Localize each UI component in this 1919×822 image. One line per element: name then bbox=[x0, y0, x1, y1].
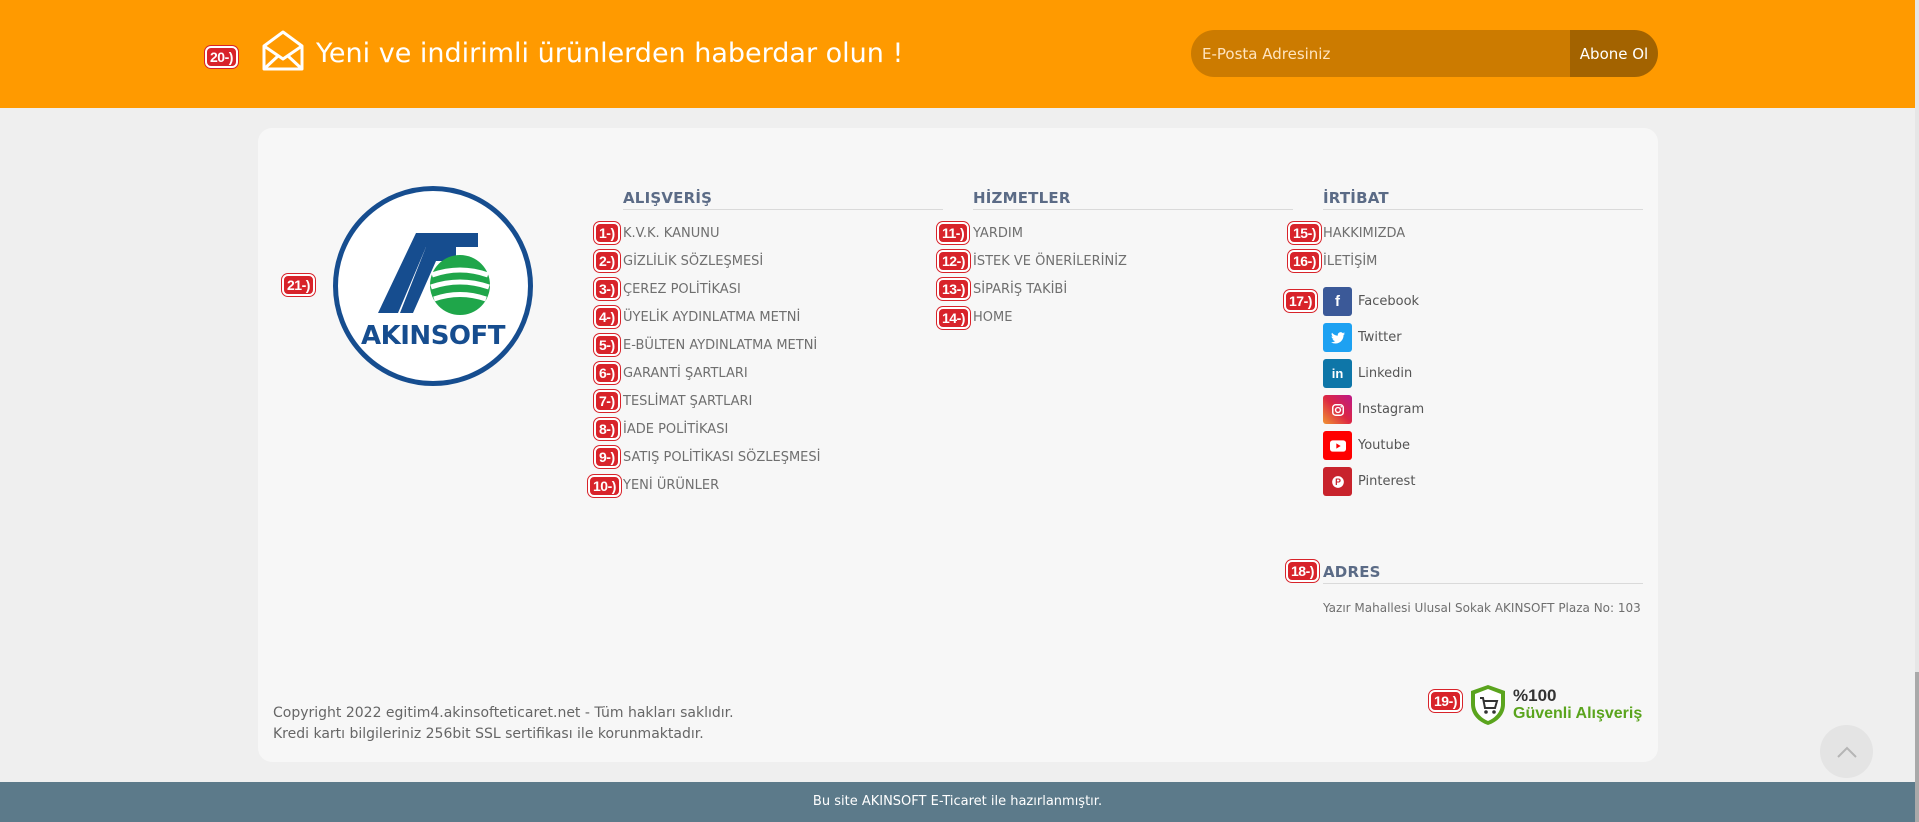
footer-link-iade[interactable]: İADE POLİTİKASI bbox=[623, 422, 728, 437]
annotation-badge: 20-) bbox=[205, 46, 238, 68]
social-link-pinterest[interactable]: P Pinterest bbox=[1323, 467, 1415, 496]
logo-mark-icon bbox=[378, 233, 490, 315]
social-label: Youtube bbox=[1358, 438, 1410, 453]
site-credit-text: Bu site AKINSOFT E-Ticaret ile hazırlanm… bbox=[812, 794, 1103, 809]
social-link-youtube[interactable]: Youtube bbox=[1323, 431, 1410, 460]
akinsoft-logo[interactable]: AKINSOFT bbox=[333, 186, 533, 386]
annotation-badge: 11-) bbox=[937, 222, 970, 244]
annotation-badge: 15-) bbox=[1288, 222, 1321, 244]
footer-link-istek[interactable]: İSTEK VE ÖNERİLERİNİZ bbox=[973, 254, 1127, 269]
annotation-badge: 2-) bbox=[594, 250, 620, 272]
cart-shield-icon bbox=[1471, 685, 1505, 725]
social-link-instagram[interactable]: Instagram bbox=[1323, 395, 1424, 424]
footer-link-iletisim[interactable]: İLETİŞİM bbox=[1323, 254, 1377, 269]
column-title-hizmetler: HİZMETLER bbox=[973, 189, 1071, 207]
annotation-badge: 3-) bbox=[594, 278, 620, 300]
back-to-top-button[interactable] bbox=[1820, 725, 1873, 778]
footer-link-uyelik[interactable]: ÜYELİK AYDINLATMA METNİ bbox=[623, 310, 800, 325]
newsletter-email-input[interactable] bbox=[1191, 30, 1570, 77]
envelope-icon bbox=[262, 30, 304, 71]
footer-link-kvk[interactable]: K.V.K. KANUNU bbox=[623, 226, 719, 241]
social-label: Twitter bbox=[1358, 330, 1402, 345]
newsletter-text: Yeni ve indirimli ürünlerden haberdar ol… bbox=[316, 38, 904, 69]
logo-wordmark: AKINSOFT bbox=[360, 321, 506, 351]
copyright-line: Copyright 2022 egitim4.akinsofteticaret.… bbox=[273, 705, 734, 721]
footer-link-ebulten[interactable]: E-BÜLTEN AYDINLATMA METNİ bbox=[623, 338, 817, 353]
address-text: Yazır Mahallesi Ulusal Sokak AKINSOFT Pl… bbox=[1323, 601, 1641, 615]
secure-shopping-badge: %100 Güvenli Alışveriş bbox=[1469, 684, 1642, 726]
secure-label: Güvenli Alışveriş bbox=[1513, 705, 1643, 722]
footer-link-yeni-urunler[interactable]: YENİ ÜRÜNLER bbox=[623, 478, 719, 493]
social-link-twitter[interactable]: Twitter bbox=[1323, 323, 1402, 352]
annotation-badge: 1-) bbox=[594, 222, 620, 244]
annotation-badge: 17-) bbox=[1284, 290, 1317, 312]
newsletter-bar: 20-) Yeni ve indirimli ürünlerden haberd… bbox=[0, 0, 1915, 108]
facebook-icon: f bbox=[1323, 287, 1352, 316]
footer-link-siparis-takibi[interactable]: SİPARİŞ TAKİBİ bbox=[973, 282, 1067, 297]
subscribe-button[interactable]: Abone Ol bbox=[1570, 30, 1658, 77]
twitter-icon bbox=[1323, 323, 1352, 352]
copyright: Copyright 2022 egitim4.akinsofteticaret.… bbox=[273, 703, 734, 745]
annotation-badge: 4-) bbox=[594, 306, 620, 328]
annotation-badge: 12-) bbox=[937, 250, 970, 272]
annotation-badge: 10-) bbox=[588, 475, 621, 497]
footer-link-cerez[interactable]: ÇEREZ POLİTİKASI bbox=[623, 282, 741, 297]
social-link-facebook[interactable]: f Facebook bbox=[1323, 287, 1419, 316]
column-divider bbox=[623, 209, 943, 210]
footer-link-satis[interactable]: SATIŞ POLİTİKASI SÖZLEŞMESİ bbox=[623, 450, 820, 465]
column-divider bbox=[1323, 583, 1643, 584]
instagram-icon bbox=[1323, 395, 1352, 424]
pinterest-icon: P bbox=[1323, 467, 1352, 496]
column-divider bbox=[973, 209, 1293, 210]
annotation-badge: 13-) bbox=[937, 278, 970, 300]
page-scrollbar-thumb[interactable] bbox=[1915, 672, 1919, 822]
social-label: Facebook bbox=[1358, 294, 1420, 309]
footer-link-gizlilik[interactable]: GİZLİLİK SÖZLEŞMESİ bbox=[623, 254, 763, 269]
footer-link-teslimat[interactable]: TESLİMAT ŞARTLARI bbox=[623, 394, 752, 409]
footer-link-home[interactable]: HOME bbox=[973, 310, 1012, 325]
annotation-badge: 5-) bbox=[594, 334, 620, 356]
column-divider bbox=[1323, 209, 1643, 210]
secure-percent: %100 bbox=[1513, 686, 1557, 705]
annotation-badge: 14-) bbox=[937, 307, 970, 329]
chevron-up-icon bbox=[1836, 746, 1857, 758]
svg-text:P: P bbox=[1335, 477, 1341, 487]
social-label: Linkedin bbox=[1358, 366, 1413, 381]
annotation-badge: 18-) bbox=[1286, 560, 1319, 582]
youtube-icon bbox=[1323, 431, 1352, 460]
footer-link-garanti[interactable]: GARANTİ ŞARTLARI bbox=[623, 366, 748, 381]
column-title-alisveris: ALIŞVERİŞ bbox=[623, 189, 713, 207]
annotation-badge: 21-) bbox=[282, 274, 315, 296]
footer-link-hakkimizda[interactable]: HAKKIMIZDA bbox=[1323, 226, 1405, 241]
ssl-notice: Kredi kartı bilgileriniz 256bit SSL sert… bbox=[273, 726, 704, 742]
footer-link-yardim[interactable]: YARDIM bbox=[973, 226, 1023, 241]
annotation-badge: 6-) bbox=[594, 362, 620, 384]
social-label: Instagram bbox=[1358, 402, 1425, 417]
annotation-badge: 8-) bbox=[594, 418, 620, 440]
column-title-irtibat: İRTİBAT bbox=[1323, 189, 1389, 207]
annotation-badge: 7-) bbox=[594, 390, 620, 412]
annotation-badge: 16-) bbox=[1288, 250, 1321, 272]
social-link-linkedin[interactable]: in Linkedin bbox=[1323, 359, 1412, 388]
social-label: Pinterest bbox=[1358, 474, 1416, 489]
newsletter-form: Abone Ol bbox=[1191, 30, 1658, 77]
annotation-badge: 19-) bbox=[1429, 690, 1462, 712]
column-title-adres: ADRES bbox=[1323, 563, 1381, 581]
annotation-badge: 9-) bbox=[594, 446, 620, 468]
linkedin-icon: in bbox=[1323, 359, 1352, 388]
